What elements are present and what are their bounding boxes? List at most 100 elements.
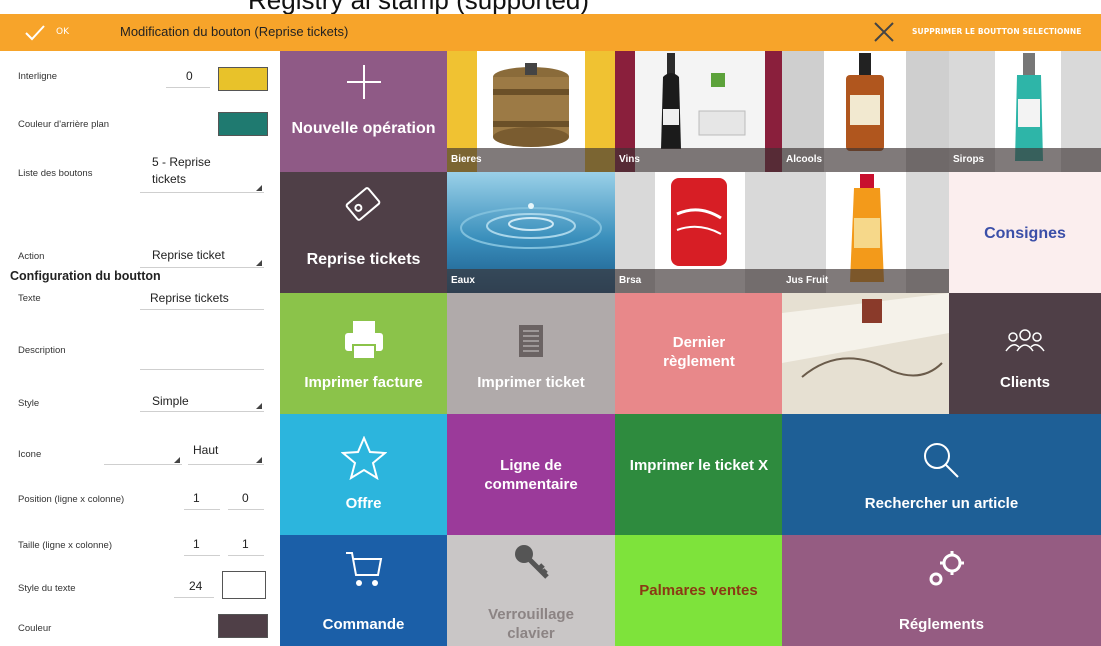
position-row-input[interactable]: 1 bbox=[193, 491, 200, 505]
style-label: Style bbox=[18, 398, 40, 409]
tile-label: Offre bbox=[345, 495, 382, 512]
tile-clients[interactable]: Clients bbox=[949, 293, 1101, 414]
wine-label-image-icon bbox=[782, 293, 949, 414]
tile-label: Palmares ventes bbox=[639, 582, 758, 599]
check-icon[interactable] bbox=[24, 22, 46, 42]
tile-label: Réglements bbox=[898, 616, 985, 633]
tile-label: Imprimer ticket bbox=[477, 374, 585, 391]
description-underline bbox=[140, 369, 264, 370]
tile-label: Verrouillage clavier bbox=[488, 606, 574, 642]
tile-imprimer-ticket[interactable]: Imprimer ticket bbox=[447, 293, 615, 414]
close-icon[interactable] bbox=[872, 20, 896, 44]
position-row-underline bbox=[184, 509, 220, 510]
style-select[interactable]: Simple bbox=[152, 394, 189, 408]
interligne-underline bbox=[166, 87, 210, 88]
icon-dropdown-icon[interactable] bbox=[174, 457, 180, 463]
tile-label: Sirops bbox=[953, 154, 985, 165]
icon-position-dropdown-icon[interactable] bbox=[256, 457, 262, 463]
users-icon bbox=[1005, 329, 1045, 352]
text-underline bbox=[140, 309, 264, 310]
button-list-label: Liste des boutons bbox=[18, 168, 93, 179]
category-bar: Bieres bbox=[447, 148, 615, 172]
ticket-icon bbox=[345, 187, 381, 221]
position-col-input[interactable]: 0 bbox=[242, 491, 249, 505]
ok-button-label[interactable]: OK bbox=[56, 27, 69, 37]
color-swatch[interactable] bbox=[218, 614, 268, 638]
tile-jus-fruit[interactable]: Jus Fruit bbox=[782, 172, 949, 293]
tile-brsa[interactable]: Brsa bbox=[615, 172, 782, 293]
position-col-underline bbox=[228, 509, 264, 510]
delete-selected-button[interactable]: SUPPRIMER LE BOUTTON SELECTIONNE bbox=[912, 27, 1081, 36]
button-grid: Nouvelle opération Bieres Vins Alcools S… bbox=[280, 51, 1101, 646]
tile-label: Jus Fruit bbox=[786, 275, 829, 286]
description-label: Description bbox=[18, 345, 66, 356]
tile-nouvelle-operation[interactable]: Nouvelle opération bbox=[280, 51, 447, 172]
tile-offre[interactable]: Offre bbox=[280, 414, 447, 535]
tile-bieres[interactable]: Bieres bbox=[447, 51, 615, 172]
tile-palmares-ventes[interactable]: Palmares ventes bbox=[615, 535, 782, 646]
tile-imprimer-facture[interactable]: Imprimer facture bbox=[280, 293, 447, 414]
cropped-caption-strip: Registry ai stamp (supported) bbox=[0, 0, 1101, 14]
tile-vins[interactable]: Vins bbox=[615, 51, 782, 172]
keg-image-icon bbox=[493, 63, 569, 147]
text-label: Texte bbox=[18, 293, 41, 304]
toolbar: OK Modification du bouton (Reprise ticke… bbox=[0, 14, 1101, 51]
tile-verrouillage-clavier[interactable]: Verrouillage clavier bbox=[447, 535, 615, 646]
button-list-value-line1[interactable]: 5 - Reprise bbox=[152, 155, 211, 169]
action-dropdown-icon[interactable] bbox=[256, 260, 262, 266]
tile-imprimer-ticket-x[interactable]: Imprimer le ticket X bbox=[615, 414, 782, 535]
tile-label: Alcools bbox=[786, 154, 823, 165]
tile-reglements[interactable]: Réglements bbox=[782, 535, 1101, 646]
tile-sirops[interactable]: Sirops bbox=[949, 51, 1101, 172]
category-bar: Eaux bbox=[447, 269, 615, 293]
style-underline bbox=[140, 411, 264, 412]
tile-label: Imprimer le ticket X bbox=[629, 457, 769, 474]
icon-position-underline bbox=[188, 464, 264, 465]
tile-reprise-tickets[interactable]: Reprise tickets bbox=[280, 172, 447, 293]
tile-alcools[interactable]: Alcools bbox=[782, 51, 949, 172]
button-list-dropdown-icon[interactable] bbox=[256, 185, 262, 191]
receipt-icon bbox=[519, 325, 543, 357]
tile-label: Ligne de commentaire bbox=[484, 457, 578, 493]
action-select[interactable]: Reprise ticket bbox=[152, 248, 225, 262]
interligne-input[interactable]: 0 bbox=[186, 69, 193, 83]
bg-color-label: Couleur d'arrière plan bbox=[18, 119, 110, 130]
tile-rechercher-article[interactable]: Rechercher un article bbox=[782, 414, 1101, 535]
category-bar: Brsa bbox=[615, 269, 782, 293]
tile-ligne-commentaire[interactable]: Ligne de commentaire bbox=[447, 414, 615, 535]
style-dropdown-icon[interactable] bbox=[256, 403, 262, 409]
tile-consignes[interactable]: Consignes bbox=[949, 172, 1101, 293]
size-row-underline bbox=[184, 555, 220, 556]
button-list-underline bbox=[140, 192, 264, 193]
bg-color-swatch[interactable] bbox=[218, 112, 268, 136]
page-title: Modification du bouton (Reprise tickets) bbox=[120, 24, 349, 39]
interligne-color-swatch[interactable] bbox=[218, 67, 268, 91]
tile-label: Eaux bbox=[451, 275, 475, 286]
tile-eaux[interactable]: Eaux bbox=[447, 172, 615, 293]
category-bar: Alcools bbox=[782, 148, 949, 172]
tile-dernier-reglement[interactable]: Dernier règlement bbox=[615, 293, 782, 414]
tile-commande[interactable]: Commande bbox=[280, 535, 447, 646]
text-style-color-swatch[interactable] bbox=[222, 571, 266, 599]
icon-underline bbox=[104, 464, 182, 465]
size-row-input[interactable]: 1 bbox=[193, 537, 200, 551]
tile-label: Clients bbox=[999, 374, 1050, 391]
plus-icon bbox=[347, 65, 381, 99]
size-label: Taille (ligne x colonne) bbox=[18, 540, 112, 551]
button-list-value-line2[interactable]: tickets bbox=[152, 172, 186, 186]
text-style-size-input[interactable]: 24 bbox=[189, 579, 202, 593]
action-underline bbox=[140, 267, 264, 268]
tile-label: Consignes bbox=[984, 225, 1066, 242]
text-input[interactable]: Reprise tickets bbox=[150, 291, 229, 305]
printer-icon bbox=[345, 321, 383, 360]
icon-position-select[interactable]: Haut bbox=[193, 443, 218, 457]
wine-bottle-image-icon bbox=[661, 53, 746, 149]
tile-saint-peray[interactable] bbox=[782, 293, 949, 414]
size-col-input[interactable]: 1 bbox=[242, 537, 249, 551]
syrup-bottle-image-icon bbox=[1015, 53, 1043, 161]
cart-icon bbox=[346, 552, 383, 586]
tile-label: Imprimer facture bbox=[304, 374, 423, 391]
tile-label: Bieres bbox=[451, 154, 482, 165]
whisky-bottle-image-icon bbox=[846, 53, 884, 151]
action-label: Action bbox=[18, 251, 45, 262]
